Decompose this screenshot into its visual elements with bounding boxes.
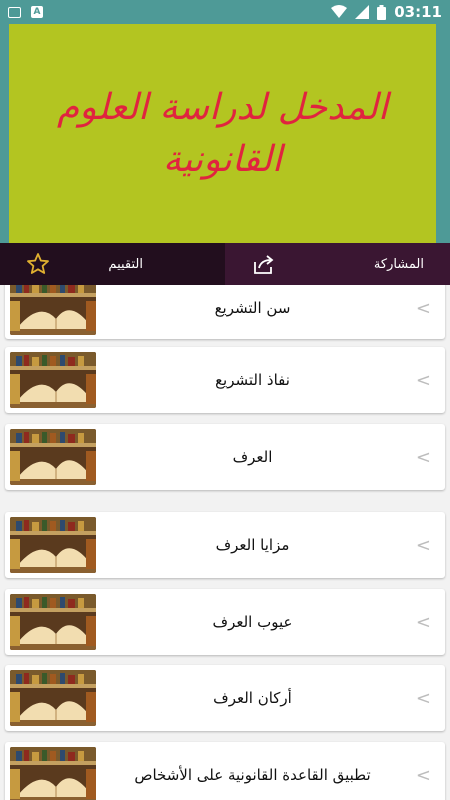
chevron-icon: < (415, 534, 431, 556)
book-thumbnail (10, 285, 96, 335)
item-title: مزايا العرف (215, 536, 290, 554)
signal-icon (355, 5, 370, 19)
image-icon (8, 6, 21, 18)
rate-label: التقييم (108, 256, 143, 272)
chevron-icon: < (415, 446, 431, 468)
hero-image: المدخل لدراسة العلوم القانونية (9, 24, 436, 243)
list-item[interactable]: أركان العرف < (5, 665, 445, 731)
chevron-icon: < (415, 297, 431, 319)
lessons-list: سن التشريع < نفاذ التشريع < العرف < مزاي… (0, 285, 450, 800)
list-item[interactable]: عيوب العرف < (5, 589, 445, 655)
chevron-icon: < (415, 611, 431, 633)
item-title: عيوب العرف (212, 613, 293, 631)
list-item[interactable]: العرف < (5, 424, 445, 490)
hero-title-line2: القانونية (163, 138, 282, 180)
book-thumbnail (10, 670, 96, 726)
hero-banner: المدخل لدراسة العلوم القانونية (0, 24, 450, 243)
status-bar: A 03:11 (0, 0, 450, 24)
item-title: أركان العرف (213, 689, 292, 707)
battery-icon (377, 4, 387, 20)
chevron-icon: < (415, 369, 431, 391)
hero-title-line1: المدخل لدراسة العلوم (57, 86, 388, 128)
item-title: نفاذ التشريع (215, 371, 290, 389)
list-item[interactable]: سن التشريع < (5, 285, 445, 339)
clock: 03:11 (394, 3, 442, 21)
book-thumbnail (10, 352, 96, 408)
share-label: المشاركة (373, 256, 424, 272)
book-thumbnail (10, 747, 96, 800)
book-thumbnail (10, 429, 96, 485)
book-thumbnail (10, 517, 96, 573)
chevron-icon: < (415, 687, 431, 709)
action-toolbar: التقييم المشاركة (0, 243, 450, 285)
wifi-icon (331, 5, 348, 18)
list-item[interactable]: تطبيق القاعدة القانونية على الأشخاص < (5, 742, 445, 800)
list-item[interactable]: نفاذ التشريع < (5, 347, 445, 413)
list-item[interactable]: مزايا العرف < (5, 512, 445, 578)
a-icon: A (31, 6, 43, 18)
star-icon (27, 253, 49, 274)
book-thumbnail (10, 594, 96, 650)
share-icon (254, 255, 274, 274)
item-title: العرف (232, 448, 273, 466)
chevron-icon: < (415, 764, 431, 786)
share-button[interactable]: المشاركة (225, 243, 450, 285)
item-title: سن التشريع (214, 299, 291, 317)
item-title: تطبيق القاعدة القانونية على الأشخاص (134, 766, 371, 784)
rate-button[interactable]: التقييم (0, 243, 225, 285)
